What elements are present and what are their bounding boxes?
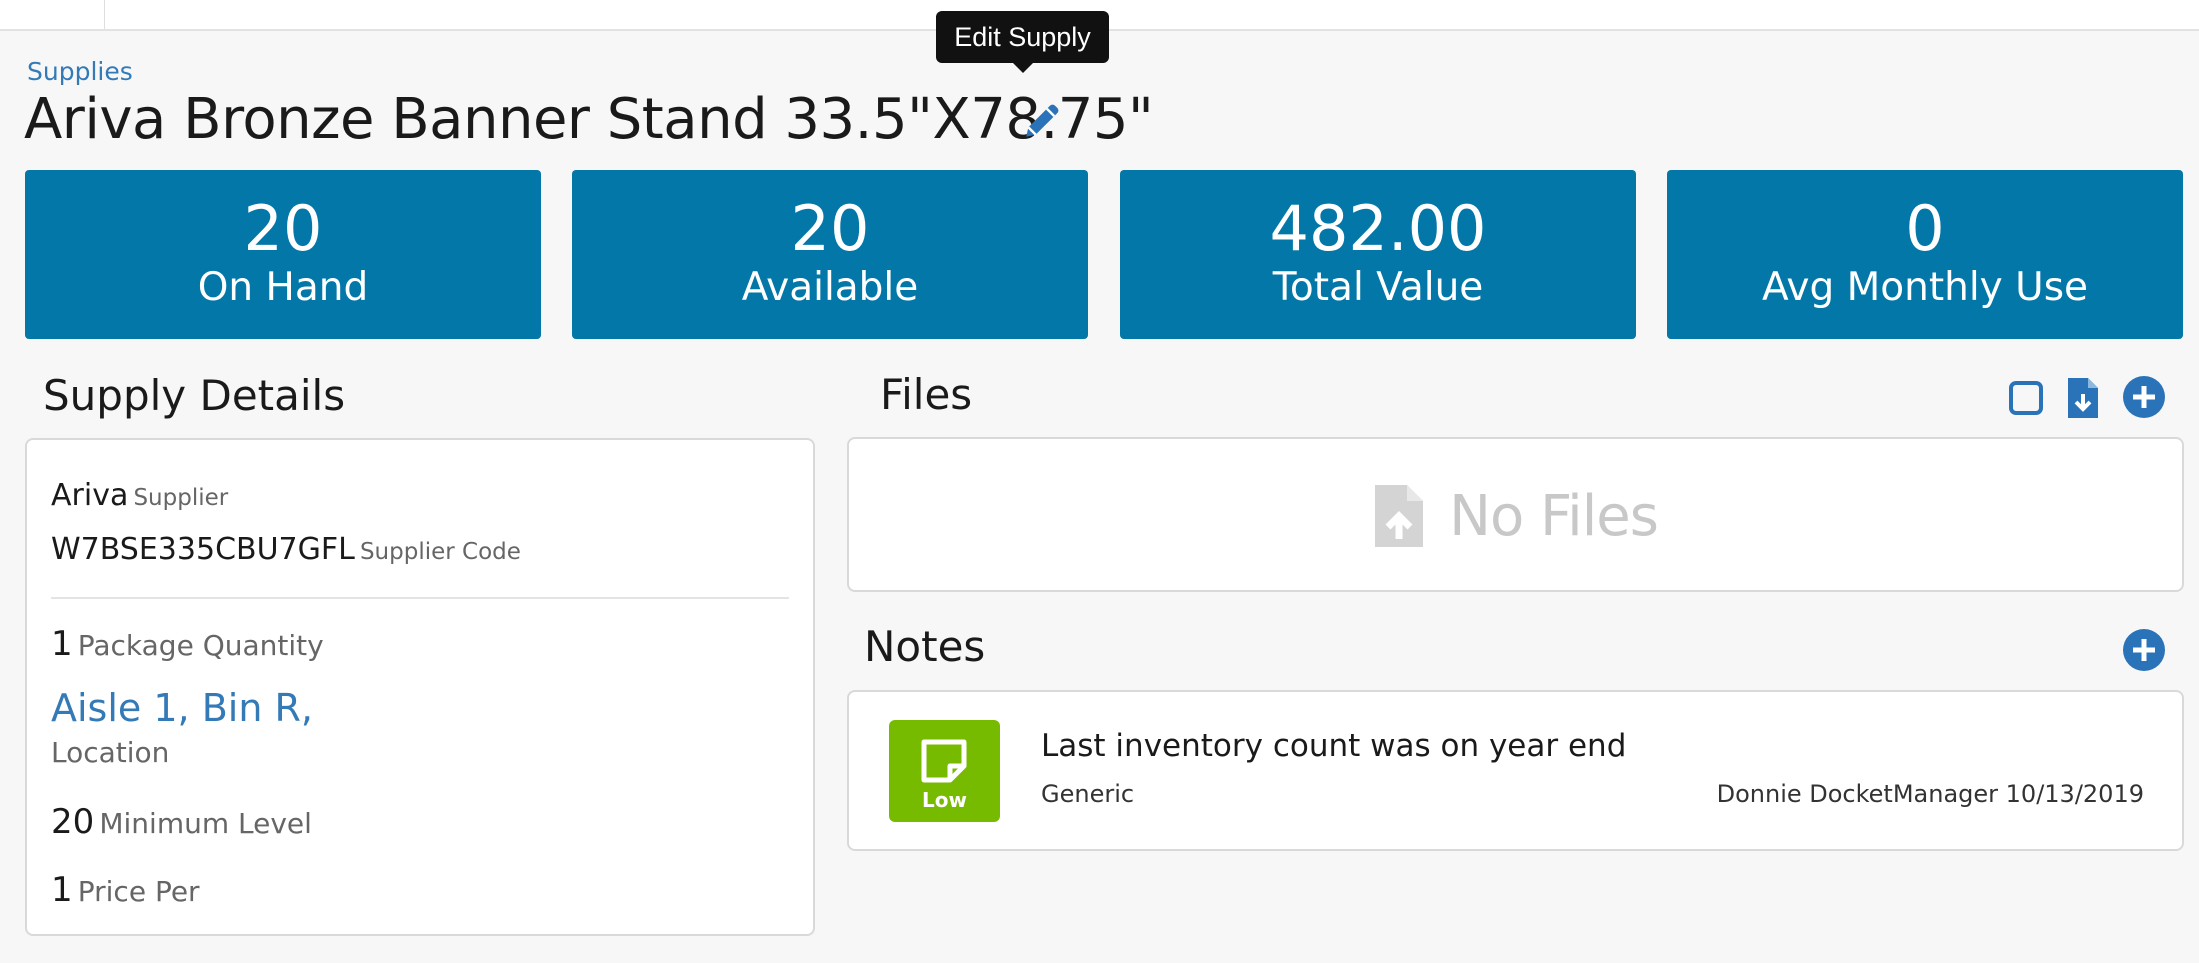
plus-circle-icon	[2123, 629, 2165, 671]
file-download-icon	[2068, 378, 2098, 418]
edit-supply-button[interactable]	[1016, 96, 1068, 146]
stat-total-value: 482.00 Total Value	[1120, 170, 1636, 339]
page-title: Ariva Bronze Banner Stand 33.5"X78.75"	[24, 87, 1154, 152]
note-priority-label: Low	[922, 788, 967, 812]
select-all-files-button[interactable]	[2006, 376, 2046, 420]
file-upload-icon	[1375, 485, 1424, 547]
location-link[interactable]: Aisle 1, Bin R,	[51, 686, 313, 730]
no-files-placeholder: No Files	[849, 483, 2182, 549]
add-note-button[interactable]	[2120, 626, 2168, 674]
edit-supply-tooltip: Edit Supply	[936, 11, 1109, 73]
location-row: Aisle 1, Bin R, Location	[51, 686, 313, 769]
supplier-code-value: W7BSE335CBU7GFL	[51, 532, 355, 567]
stat-value: 0	[1905, 192, 1945, 265]
plus-circle-icon	[2123, 376, 2165, 418]
stat-value: 482.00	[1269, 192, 1487, 265]
checkbox-icon	[2009, 381, 2043, 415]
no-files-text: No Files	[1449, 483, 1659, 549]
add-file-button[interactable]	[2120, 373, 2168, 421]
minimum-level-value: 20	[51, 802, 95, 842]
supply-details-card: Ariva Supplier W7BSE335CBU7GFL Supplier …	[25, 438, 815, 936]
stat-available: 20 Available	[572, 170, 1088, 339]
notes-card: Low Last inventory count was on year end…	[847, 690, 2184, 851]
minimum-level-label: Minimum Level	[99, 807, 312, 840]
stat-label: Total Value	[1272, 265, 1484, 310]
package-quantity-label: Package Quantity	[77, 629, 324, 662]
stat-label: On Hand	[197, 265, 369, 310]
breadcrumb-supplies[interactable]: Supplies	[27, 57, 133, 86]
note-priority-badge: Low	[889, 720, 1000, 822]
package-quantity-row: 1 Package Quantity	[51, 624, 324, 664]
stat-label: Available	[741, 265, 919, 310]
top-bar-divider	[104, 0, 105, 29]
stat-value: 20	[790, 192, 870, 265]
stat-avg-monthly-use: 0 Avg Monthly Use	[1667, 170, 2183, 339]
download-files-button[interactable]	[2063, 374, 2103, 422]
files-card: No Files	[847, 437, 2184, 592]
price-per-row: 1 Price Per	[51, 870, 200, 910]
minimum-level-row: 20 Minimum Level	[51, 802, 312, 842]
stat-value: 20	[243, 192, 323, 265]
stat-on-hand: 20 On Hand	[25, 170, 541, 339]
note-type: Generic	[1041, 780, 1135, 808]
supplier-code-row: W7BSE335CBU7GFL Supplier Code	[51, 532, 521, 567]
sticky-note-icon	[921, 739, 967, 783]
note-text: Last inventory count was on year end	[1041, 728, 1627, 764]
stat-label: Avg Monthly Use	[1761, 265, 2089, 310]
supplier-value: Ariva	[51, 478, 129, 513]
supplier-label: Supplier	[133, 485, 229, 511]
supply-details-heading: Supply Details	[43, 371, 346, 420]
note-author-date: Donnie DocketManager 10/13/2019	[1716, 780, 2144, 808]
pencil-icon	[1026, 104, 1059, 137]
files-heading: Files	[880, 370, 973, 419]
price-per-value: 1	[51, 870, 73, 910]
package-quantity-value: 1	[51, 624, 73, 664]
details-divider	[51, 597, 789, 599]
location-label: Location	[51, 736, 170, 769]
notes-heading: Notes	[864, 622, 986, 671]
supplier-row: Ariva Supplier	[51, 478, 228, 513]
supplier-code-label: Supplier Code	[359, 539, 521, 565]
price-per-label: Price Per	[77, 875, 200, 908]
